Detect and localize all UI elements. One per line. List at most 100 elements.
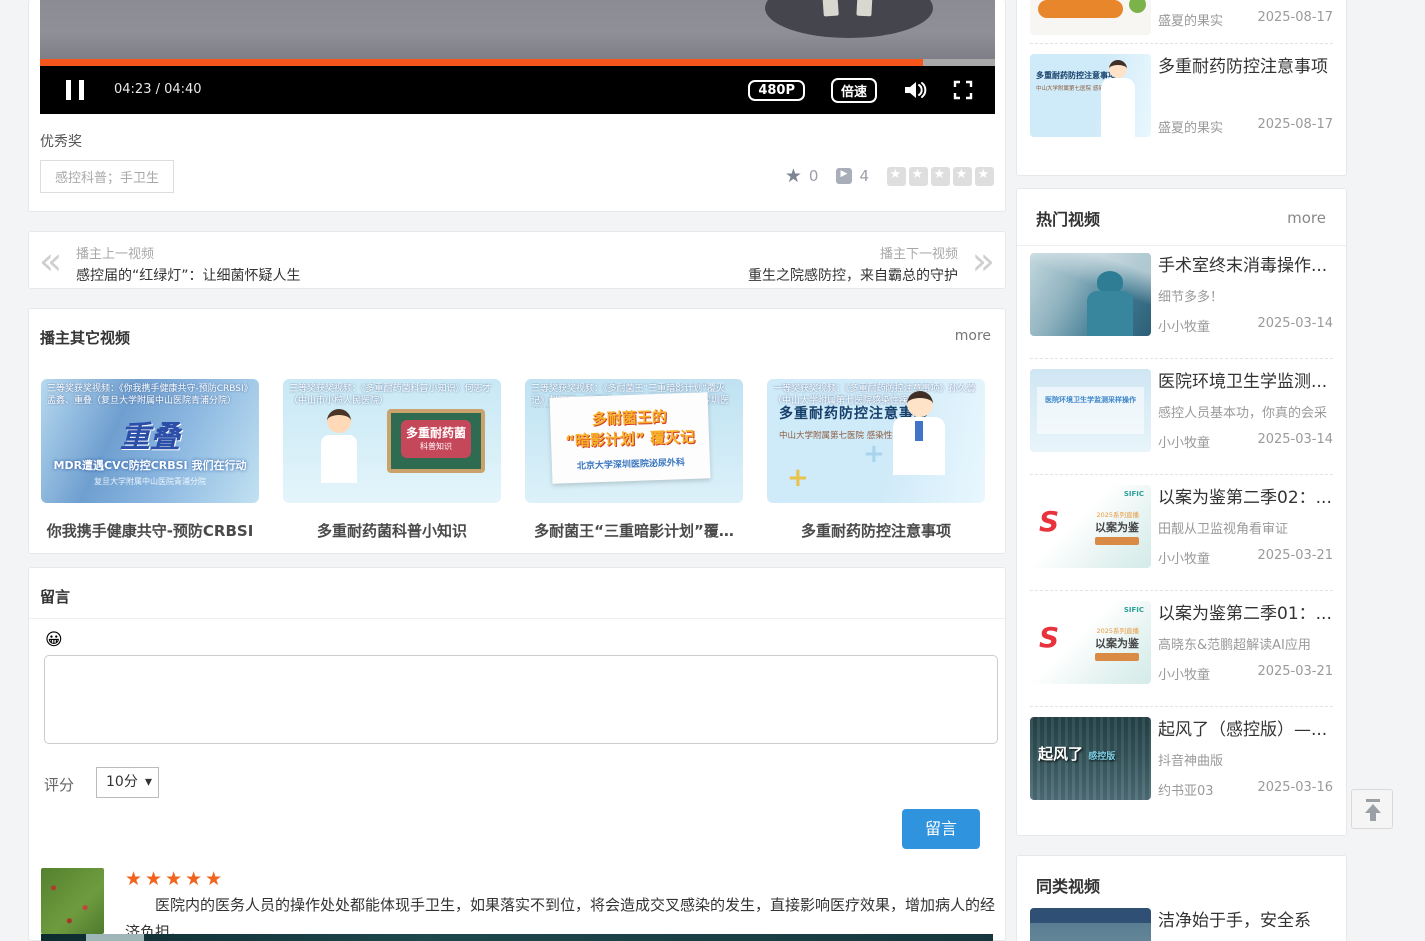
thumb-board-title: 多重耐药菌 <box>401 420 471 441</box>
submit-comment-button[interactable]: 留言 <box>902 809 980 849</box>
play-count-value: 4 <box>859 167 869 185</box>
thumb-sub-text: 感控版 <box>1088 752 1115 762</box>
list-item[interactable]: 多重耐药防控注意事项 中山大学附属第七医院 感染性疾病科 多重耐药防控注意事项 … <box>1030 54 1333 137</box>
video-thumbnail: 起风了 感控版 <box>1030 717 1151 800</box>
thumb-big-text: 重叠 <box>41 412 259 456</box>
prev-next-card: 播主上一视频 感控届的“红绿灯”：让细菌怀疑人生 播主下一视频 重生之院感防控，… <box>28 231 1006 289</box>
video-title: 起风了（感控版）—... <box>1158 715 1333 740</box>
divider <box>1030 43 1333 44</box>
speed-button[interactable]: 倍速 <box>831 78 877 103</box>
video-subtitle: 高晓东&范鹏超解读AI应用 <box>1158 634 1333 653</box>
video-thumbnail: 医院环境卫生学监测采样操作 <box>1030 369 1151 452</box>
video-title: 手术室终末消毒操作... <box>1158 251 1333 276</box>
video-frame <box>40 0 995 59</box>
list-item[interactable]: 起风了 感控版 起风了（感控版）—... 抖音神曲版 约书亚03 2025-03… <box>1030 717 1333 800</box>
comment-textarea[interactable] <box>44 655 998 744</box>
other-videos-heading: 播主其它视频 <box>40 327 130 348</box>
favorite-button[interactable]: 0 <box>785 165 819 187</box>
rating-star-1[interactable] <box>887 167 906 186</box>
prev-video-link[interactable]: 播主上一视频 感控届的“红绿灯”：让细菌怀疑人生 <box>29 232 509 288</box>
video-author: 小小牧童 <box>1158 548 1210 567</box>
volume-icon[interactable] <box>903 79 927 101</box>
rating-select[interactable]: 10分 <box>96 767 159 798</box>
video-thumbnail <box>1030 908 1151 941</box>
video-thumbnail <box>1030 253 1151 336</box>
other-video-title[interactable]: 你我携手健康共守-预防CRBSI <box>41 520 259 541</box>
next-video-title: 重生之院感防控，来自霸总的守护 <box>748 265 958 285</box>
other-video-thumb[interactable]: 三等奖获奖视频：《多重耐药菌科普小知识》何志才（中山市小榄人民医院） 多重耐药菌… <box>283 379 501 503</box>
chevrons-left-icon <box>39 236 62 286</box>
rating-label: 评分 <box>44 774 74 795</box>
thumb-org-text: 北京大学深圳医院泌尿外科 <box>552 454 710 473</box>
thumb-line2-text: 以案为鉴 <box>1095 635 1139 651</box>
video-subtitle: 细节多多！ <box>1158 286 1333 305</box>
thumb-logo-text: SIFIC <box>1124 490 1144 498</box>
comment-stars: ★★★★★ <box>125 868 225 890</box>
divider <box>29 618 1005 619</box>
sink-image <box>765 0 933 38</box>
back-to-top-button[interactable] <box>1351 789 1393 829</box>
list-item[interactable]: 盛夏的果实 2025-08-17 <box>1030 0 1333 35</box>
pause-button[interactable] <box>66 80 84 100</box>
fullscreen-icon[interactable] <box>953 80 973 100</box>
progress-fill <box>40 59 923 66</box>
video-player[interactable]: 04:23 / 04:40 480P 倍速 <box>40 0 995 114</box>
rating-star-2[interactable] <box>909 167 928 186</box>
video-title: 以案为鉴第二季01：... <box>1158 599 1333 624</box>
whiteboard-graphic: 多耐菌王的 “暗影计划” 覆灭记 北京大学深圳医院泌尿外科 <box>550 392 711 483</box>
commenter-avatar <box>41 868 104 934</box>
comments-heading: 留言 <box>40 586 70 607</box>
video-thumbnail: S SIFIC 2025系列直播 以案为鉴 <box>1030 485 1151 568</box>
video-date: 2025-03-16 <box>1257 780 1333 799</box>
arrow-up-icon <box>1366 799 1380 802</box>
thumb-line-text: MDR遭遇CVC防控CRBSI 我们在行动 <box>41 457 259 473</box>
prev-video-label: 播主上一视频 <box>76 243 154 262</box>
other-video-thumb[interactable]: 一等奖获奖视频：《多重耐药防控注意事项》孙久蕾（中山大学附属第七医院感染性疾病科… <box>767 379 985 503</box>
other-video-title[interactable]: 多重耐药防控注意事项 <box>767 520 985 541</box>
doctor-cartoon <box>327 409 351 433</box>
play-count-icon <box>836 168 852 184</box>
similar-videos-heading: 同类视频 <box>1036 873 1100 897</box>
hot-videos-card: 热门视频 more 手术室终末消毒操作... 细节多多！ 小小牧童 2025-0… <box>1016 188 1347 836</box>
player-card: 04:23 / 04:40 480P 倍速 优秀奖 感控科普；手卫生 0 4 <box>28 0 1006 212</box>
rating-star-5[interactable] <box>975 167 994 186</box>
video-author: 盛夏的果实 <box>1158 10 1223 29</box>
video-author: 盛夏的果实 <box>1158 117 1223 136</box>
thumb-org-text: 复旦大学附属中山医院青浦分院 <box>41 476 259 487</box>
video-title: 以案为鉴第二季02：... <box>1158 483 1333 508</box>
progress-bar[interactable] <box>40 59 995 66</box>
video-detail-page: 04:23 / 04:40 480P 倍速 优秀奖 感控科普；手卫生 0 4 <box>0 0 1425 941</box>
chevrons-right-icon <box>972 236 995 286</box>
video-subtitle: 抖音神曲版 <box>1158 750 1333 769</box>
list-item[interactable]: 医院环境卫生学监测采样操作 医院环境卫生学监测... 感控人员基本功，你真的会采… <box>1030 369 1333 452</box>
hot-videos-heading: 热门视频 <box>1036 206 1100 230</box>
rating-star-3[interactable] <box>931 167 950 186</box>
award-label: 优秀奖 <box>40 131 82 151</box>
divider <box>1017 245 1346 246</box>
cross-graphic: + <box>787 463 809 493</box>
list-item[interactable]: S SIFIC 2025系列直播 以案为鉴 以案为鉴第二季01：... 高晓东&… <box>1030 601 1333 684</box>
other-video-thumb[interactable]: 三等奖获奖视频：《多耐菌王“三重暗影计划”覆灭记》赵正平、程西锋、谢天为等（北京… <box>525 379 743 503</box>
emoji-picker-icon[interactable]: 😀 <box>45 630 63 650</box>
video-thumbnail: S SIFIC 2025系列直播 以案为鉴 <box>1030 601 1151 684</box>
time-display: 04:23 / 04:40 <box>114 66 202 114</box>
video-date: 2025-03-21 <box>1257 664 1333 683</box>
video-tag: 感控科普；手卫生 <box>40 160 174 193</box>
cross-graphic: + <box>863 439 885 469</box>
other-videos-more-link[interactable]: more <box>955 328 991 344</box>
next-video-link[interactable]: 播主下一视频 重生之院感防控，来自霸总的守护 <box>525 232 1005 288</box>
rating-star-4[interactable] <box>953 167 972 186</box>
thumb-line2-text: 以案为鉴 <box>1095 519 1139 535</box>
list-item[interactable]: 洁净始于手，安全系 <box>1030 908 1333 941</box>
other-video-title[interactable]: 多重耐药菌科普小知识 <box>283 520 501 541</box>
quality-button[interactable]: 480P <box>748 80 805 101</box>
other-video-title[interactable]: 多耐菌王“三重暗影计划”覆… <box>525 520 743 541</box>
other-video-thumb[interactable]: 三等奖获奖视频：《你我携手健康共守-预防CRBSI》孟鑫、重叠（复旦大学附属中山… <box>41 379 259 503</box>
list-item[interactable]: 手术室终末消毒操作... 细节多多！ 小小牧童 2025-03-14 <box>1030 253 1333 336</box>
list-item[interactable]: S SIFIC 2025系列直播 以案为鉴 以案为鉴第二季02：... 田靓从卫… <box>1030 485 1333 568</box>
doctor-cartoon <box>907 391 933 417</box>
video-date: 2025-08-17 <box>1257 117 1333 136</box>
hot-videos-more-link[interactable]: more <box>1287 209 1326 227</box>
play-count: 4 <box>836 167 869 185</box>
latest-videos-card: 盛夏的果实 2025-08-17 多重耐药防控注意事项 中山大学附属第七医院 感… <box>1016 0 1347 176</box>
